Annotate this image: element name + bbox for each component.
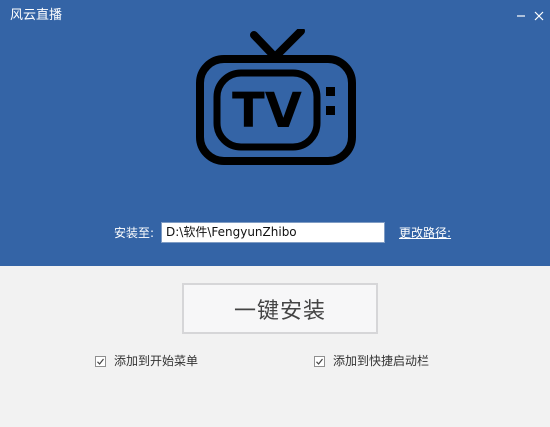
close-button[interactable] (531, 8, 547, 24)
minimize-icon (515, 10, 527, 22)
quick-launch-checkbox[interactable] (314, 355, 325, 367)
install-path-input[interactable]: D:\软件\FengyunZhibo (161, 222, 385, 243)
close-icon (533, 10, 545, 22)
tv-logo-text: TV (232, 83, 302, 139)
minimize-button[interactable] (513, 8, 529, 24)
header-panel: 风云直播 TV 安装至: D:\软件\FengyunZhibo 更改路径: (0, 0, 550, 266)
one-click-install-button[interactable]: 一键安装 (182, 283, 378, 334)
checkmark-icon (316, 358, 323, 365)
tv-logo: TV (195, 27, 357, 169)
install-path-row: 安装至: D:\软件\FengyunZhibo 更改路径: (0, 222, 550, 244)
add-to-quick-launch-option[interactable]: 添加到快捷启动栏 (314, 352, 429, 370)
install-path-label: 安装至: (114, 226, 155, 240)
start-menu-checkbox[interactable] (95, 355, 106, 367)
tv-icon: TV (196, 27, 356, 165)
add-to-start-menu-option[interactable]: 添加到开始菜单 (95, 352, 198, 370)
quick-launch-label: 添加到快捷启动栏 (333, 354, 430, 368)
start-menu-label: 添加到开始菜单 (114, 354, 199, 368)
window-title: 风云直播 (10, 8, 63, 23)
checkmark-icon (97, 358, 104, 365)
installer-window: 风云直播 TV 安装至: D:\软件\FengyunZhibo 更改路径: 一键… (0, 0, 550, 427)
change-path-link[interactable]: 更改路径: (399, 223, 451, 243)
